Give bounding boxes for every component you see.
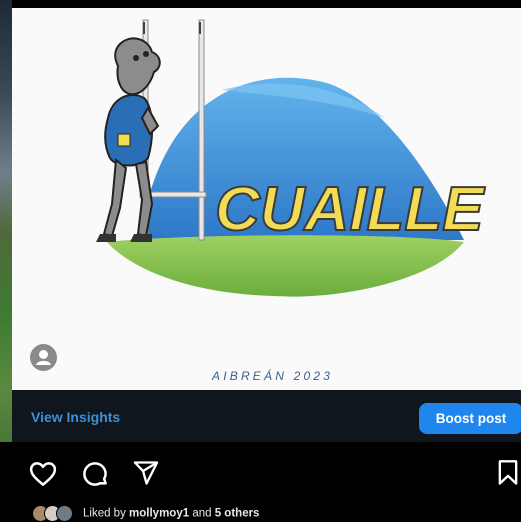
- mascot-cartoon: [96, 37, 161, 242]
- view-insights-link[interactable]: View Insights: [31, 409, 120, 425]
- comment-bubble-icon[interactable]: [80, 459, 110, 489]
- likes-prefix: Liked by: [83, 507, 126, 520]
- liker-username[interactable]: mollymoy1: [129, 508, 189, 520]
- date-caption: AIBREÁN 2023: [211, 368, 333, 383]
- insights-bar: View Insights Boost post: [12, 390, 521, 442]
- like-heart-icon[interactable]: [28, 459, 58, 489]
- user-placeholder-icon: [36, 350, 51, 365]
- save-bookmark-icon[interactable]: [496, 459, 520, 487]
- likes-summary[interactable]: Liked by mollymoy1 and 5 others: [32, 505, 260, 522]
- likes-others[interactable]: 5 others: [215, 508, 260, 520]
- green-field: [107, 235, 464, 297]
- likes-joiner: and: [192, 507, 212, 520]
- account-avatar[interactable]: [30, 344, 57, 371]
- boost-post-button[interactable]: Boost post: [419, 403, 521, 434]
- liker-avatar: [56, 505, 73, 522]
- post-image[interactable]: CUAILLE AIBREÁN 2023: [12, 8, 521, 390]
- share-send-icon[interactable]: [132, 459, 160, 487]
- cuaille-logo-artwork: CUAILLE AIBREÁN 2023: [96, 19, 486, 383]
- cuaille-logo-text: CUAILLE: [215, 175, 485, 244]
